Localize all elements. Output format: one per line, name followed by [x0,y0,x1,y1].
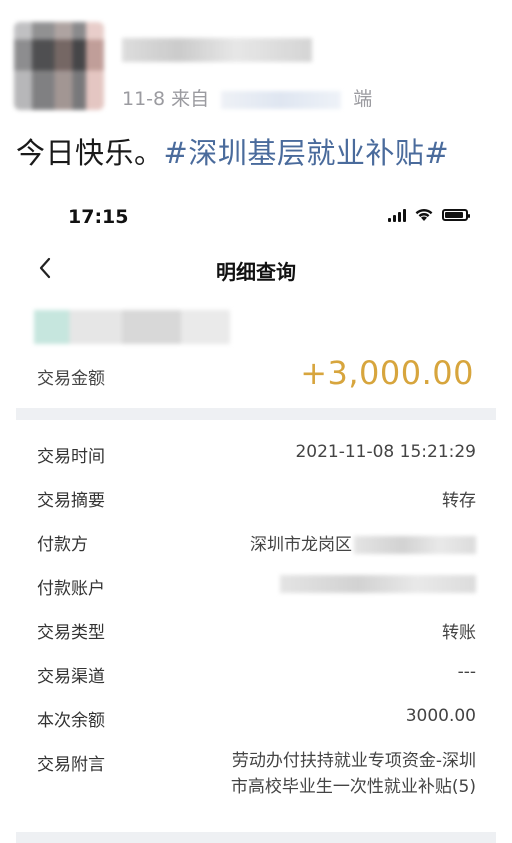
post-header: 11-8 来自 端 [0,0,512,120]
amount-value: +3,000.00 [300,354,474,392]
post-date: 11-8 [122,88,166,110]
wifi-icon [415,208,433,221]
detail-label: 交易类型 [37,623,105,643]
detail-value: 转存 [442,491,476,511]
hashtag-link[interactable]: #深圳基层就业补贴# [164,136,450,170]
username-redacted[interactable] [122,38,312,62]
post-source-prefix: 来自 [171,88,210,110]
post-meta: 11-8 来自 端 [122,84,372,110]
detail-label: 交易附言 [37,755,105,775]
detail-label: 交易渠道 [37,667,105,687]
detail-label: 付款方 [37,535,88,555]
status-icons [388,208,470,222]
status-bar: 17:15 [16,190,496,240]
page-title: 明细查询 [216,260,296,284]
post-source-suffix: 端 [353,88,373,110]
signal-icon [388,208,406,222]
account-name-redacted [34,310,230,344]
status-time: 17:15 [68,206,129,228]
post-text: 今日快乐。#深圳基层就业补贴# [16,130,449,172]
detail-value: --- [457,662,476,682]
post-body: 今日快乐。 [16,136,164,170]
detail-value: 转账 [442,623,476,643]
source-redacted [221,90,342,109]
detail-value: 2021-11-08 15:21:29 [295,442,476,462]
detail-label: 本次余额 [37,711,105,731]
avatar[interactable] [14,22,104,110]
account-number-redacted [280,575,476,593]
amount-label: 交易金额 [37,369,105,389]
nav-bar: 明细查询 [16,246,496,292]
detail-value-account [278,574,476,594]
payer-redacted [354,536,476,554]
bottom-divider [16,832,496,843]
amount-row: 交易金额 +3,000.00 [16,352,496,402]
detail-value-payer: 深圳市龙岗区 [250,530,476,555]
detail-label: 付款账户 [37,579,105,599]
detail-label: 交易时间 [37,447,105,467]
detail-value-memo: 劳动办付扶持就业专项资金-深圳市高校毕业生一次性就业补贴(5) [230,751,476,797]
detail-label: 交易摘要 [37,491,105,511]
embedded-screenshot: 17:15 明细查询 交易金额 +3,000.00 交易时间 2021-11-0… [16,190,496,843]
detail-value: 3000.00 [405,706,476,726]
battery-icon [442,209,470,221]
section-divider [16,408,496,420]
payer-name: 深圳市龙岗区 [250,535,352,555]
